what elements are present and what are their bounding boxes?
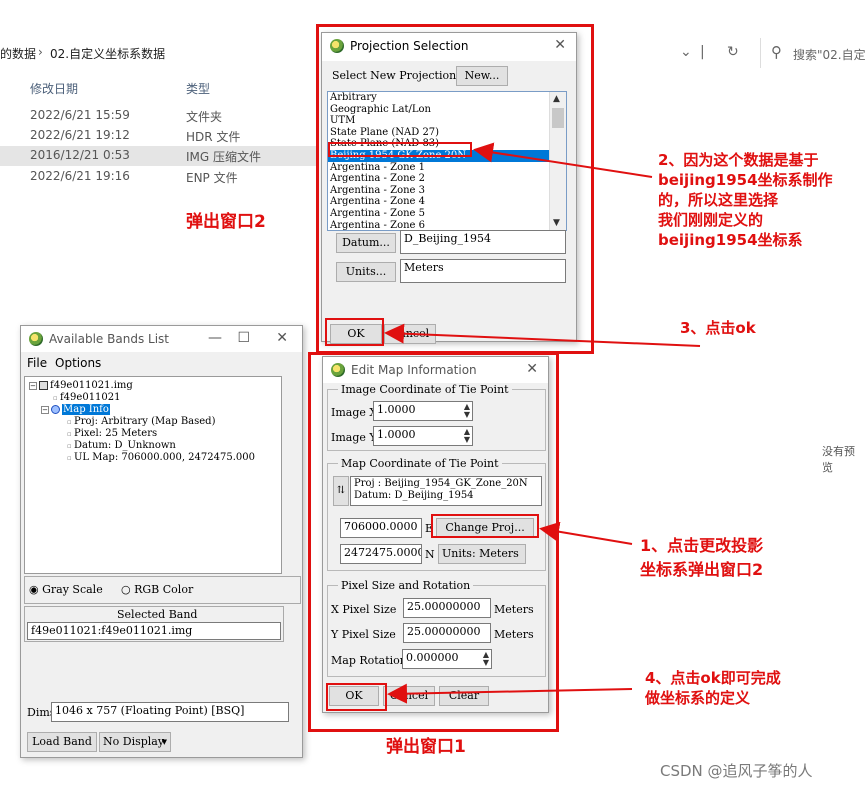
annotation-popup1: 弹出窗口1: [386, 737, 466, 757]
annotation-note4: 4、点击ok即可完成 做坐标系的定义: [645, 669, 781, 707]
annotation-popup2: 弹出窗口2: [186, 212, 266, 232]
annotation-note3: 3、点击ok: [680, 319, 756, 337]
annotation-note2: 2、因为这个数据是基于 beijing1954坐标系制作 的，所以这里选择 我们…: [658, 151, 833, 249]
arrow-to-beijing: [473, 142, 653, 178]
arrow-to-ok-edit: [387, 683, 633, 704]
arrow-to-ok-projection: [384, 323, 701, 347]
watermark: CSDN @追风子筝的人: [660, 762, 813, 780]
arrow-to-change-proj: [539, 521, 633, 545]
annotation-note1: 1、点击更改投影 坐标系弹出窗口2: [640, 536, 764, 579]
